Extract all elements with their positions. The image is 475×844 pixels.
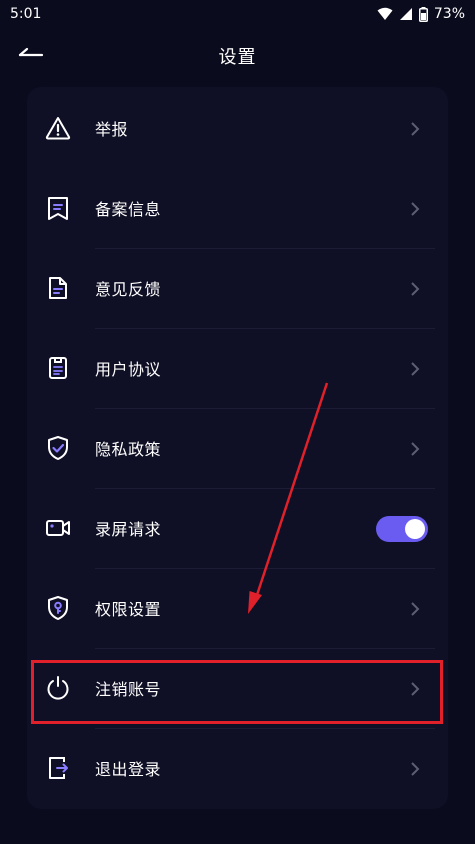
agreement-icon: [44, 354, 72, 382]
settings-screen: 5:01 73% 设置 举报 备案信息 意见反馈 用户协议 隐私政策 录屏请求 …: [0, 0, 475, 844]
battery-icon: [418, 6, 428, 22]
shield-key-icon: [44, 594, 72, 622]
settings-item-delete-account[interactable]: 注销账号: [27, 648, 448, 728]
settings-list: 举报 备案信息 意见反馈 用户协议 隐私政策 录屏请求 权限设置 注销账号 退出…: [27, 87, 448, 809]
chevron-right-icon: [410, 441, 420, 456]
chevron-right-icon: [410, 361, 420, 376]
settings-item-feedback[interactable]: 意见反馈: [27, 248, 448, 328]
shield-check-icon: [44, 434, 72, 462]
settings-item-permissions[interactable]: 权限设置: [27, 568, 448, 648]
settings-item-label: 录屏请求: [95, 520, 162, 539]
settings-item-screen-record: 录屏请求: [27, 488, 448, 568]
warning-icon: [44, 114, 72, 142]
settings-item-label: 退出登录: [95, 760, 162, 779]
video-camera-icon: [44, 514, 72, 542]
settings-item-label: 备案信息: [95, 200, 162, 219]
settings-item-label: 举报: [95, 120, 129, 139]
settings-item-report[interactable]: 举报: [27, 88, 448, 168]
settings-item-filing-info[interactable]: 备案信息: [27, 168, 448, 248]
page-title: 设置: [218, 47, 257, 68]
header: 设置: [0, 28, 475, 84]
bookmark-doc-icon: [44, 194, 72, 222]
logout-icon: [44, 754, 72, 782]
screen-record-toggle[interactable]: [376, 516, 428, 542]
settings-item-logout[interactable]: 退出登录: [27, 728, 448, 808]
toggle-knob: [405, 519, 425, 539]
settings-item-user-agreement[interactable]: 用户协议: [27, 328, 448, 408]
settings-item-label: 用户协议: [95, 360, 162, 379]
back-arrow-icon: [16, 45, 44, 64]
chevron-right-icon: [410, 681, 420, 696]
chevron-right-icon: [410, 761, 420, 776]
document-icon: [44, 274, 72, 302]
chevron-right-icon: [410, 201, 420, 216]
settings-item-label: 意见反馈: [95, 280, 162, 299]
chevron-right-icon: [410, 281, 420, 296]
power-icon: [44, 674, 72, 702]
chevron-right-icon: [410, 601, 420, 616]
battery-percent: 73%: [433, 6, 465, 22]
status-icons: 73%: [377, 6, 465, 22]
settings-item-privacy-policy[interactable]: 隐私政策: [27, 408, 448, 488]
status-bar: 5:01 73%: [0, 0, 475, 28]
settings-item-label: 注销账号: [95, 680, 162, 699]
wifi-icon: [377, 7, 393, 21]
settings-item-label: 隐私政策: [95, 440, 162, 459]
settings-item-label: 权限设置: [95, 600, 162, 619]
back-button[interactable]: [14, 40, 46, 68]
chevron-right-icon: [410, 121, 420, 136]
signal-icon: [399, 7, 413, 21]
status-time: 5:01: [10, 6, 42, 22]
